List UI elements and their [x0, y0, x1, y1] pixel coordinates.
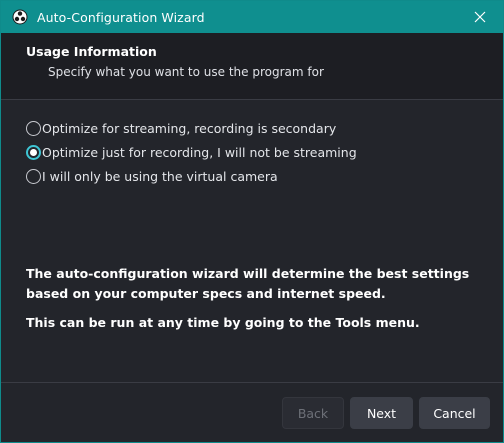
option-virtual-camera[interactable]: I will only be using the virtual camera	[26, 164, 357, 188]
window-title: Auto-Configuration Wizard	[37, 9, 205, 25]
wizard-window: Auto-Configuration Wizard Usage Informat…	[0, 0, 504, 443]
close-icon	[474, 8, 486, 27]
info-text: The auto-configuration wizard will deter…	[26, 264, 486, 342]
option-label: I will only be using the virtual camera	[42, 168, 278, 184]
radio-button[interactable]	[26, 120, 41, 136]
info-line-1: The auto-configuration wizard will deter…	[26, 266, 470, 301]
radio-button-selected[interactable]	[26, 144, 41, 160]
option-recording[interactable]: Optimize just for recording, I will not …	[26, 140, 357, 164]
radio-button[interactable]	[26, 168, 41, 184]
back-button[interactable]: Back	[282, 397, 344, 429]
usage-options: Optimize for streaming, recording is sec…	[26, 116, 357, 188]
info-line-2: This can be run at any time by going to …	[26, 315, 420, 330]
obs-logo-icon	[11, 8, 29, 26]
title-bar[interactable]: Auto-Configuration Wizard	[1, 1, 503, 33]
header-panel: Usage Information Specify what you want …	[1, 33, 503, 99]
option-label: Optimize for streaming, recording is sec…	[42, 120, 337, 136]
footer-divider	[1, 382, 503, 383]
option-streaming[interactable]: Optimize for streaming, recording is sec…	[26, 116, 357, 140]
page-subtitle: Specify what you want to use the program…	[48, 65, 324, 79]
header-divider	[1, 99, 503, 100]
cancel-button[interactable]: Cancel	[419, 397, 490, 429]
close-button[interactable]	[457, 1, 503, 33]
page-title: Usage Information	[26, 44, 157, 59]
next-button[interactable]: Next	[350, 397, 413, 429]
option-label: Optimize just for recording, I will not …	[42, 144, 357, 160]
